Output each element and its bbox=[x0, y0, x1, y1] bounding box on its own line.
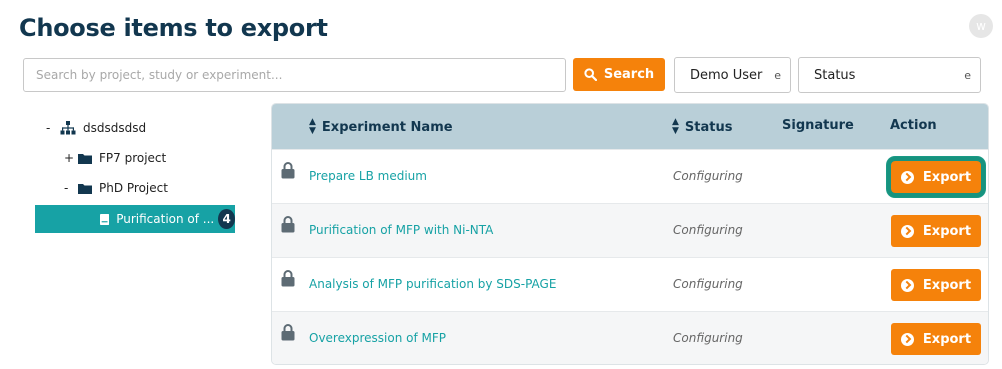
expand-toggle[interactable]: + bbox=[64, 151, 78, 165]
avatar[interactable]: w bbox=[969, 14, 993, 38]
experiment-status: Configuring bbox=[673, 331, 743, 345]
table-row: Prepare LB medium Configuring Export bbox=[272, 149, 988, 203]
user-filter-value: Demo User bbox=[690, 67, 763, 83]
column-header-action: Action bbox=[890, 118, 937, 133]
collapse-toggle[interactable]: - bbox=[64, 181, 78, 195]
hierarchy-icon bbox=[60, 121, 76, 135]
tree-item-phd-project[interactable]: - PhD Project bbox=[64, 175, 168, 201]
user-filter-select[interactable]: Demo User e bbox=[674, 57, 791, 93]
experiments-table: ▲ ▼ Experiment Name ▲ ▼ Status Signature A… bbox=[271, 103, 989, 365]
experiment-status: Configuring bbox=[673, 277, 743, 291]
search-icon bbox=[584, 68, 597, 81]
chevron-right-circle-icon bbox=[900, 332, 914, 346]
search-button[interactable]: Search bbox=[573, 58, 665, 91]
experiment-name-link[interactable]: Overexpression of MFP bbox=[309, 331, 446, 345]
column-header-label: Signature bbox=[782, 118, 854, 133]
experiment-name-link[interactable]: Analysis of MFP purification by SDS-PAGE bbox=[309, 277, 556, 291]
export-button[interactable]: Export bbox=[891, 323, 981, 355]
column-header-label: Action bbox=[890, 118, 937, 133]
lock-icon bbox=[281, 270, 295, 287]
export-button[interactable]: Export bbox=[887, 157, 985, 197]
table-row: Overexpression of MFP Configuring Export bbox=[272, 311, 988, 364]
export-button-label: Export bbox=[922, 223, 972, 239]
sort-icon[interactable]: ▲ ▼ bbox=[672, 118, 679, 136]
table-row: Purification of MFP with Ni-NTA Configur… bbox=[272, 203, 988, 257]
column-header-experiment-name[interactable]: ▲ ▼ Experiment Name bbox=[309, 118, 453, 136]
chevron-down-icon: e bbox=[774, 69, 781, 82]
experiment-name-link[interactable]: Prepare LB medium bbox=[309, 169, 427, 183]
experiment-name-link[interactable]: Purification of MFP with Ni-NTA bbox=[309, 223, 493, 237]
chevron-down-icon: e bbox=[964, 69, 971, 82]
folder-icon bbox=[78, 153, 92, 164]
tree-item-dsdsdsdsd[interactable]: - dsdsdsdsd bbox=[46, 115, 146, 141]
lock-icon bbox=[281, 216, 295, 233]
export-button-label: Export bbox=[922, 169, 972, 185]
tree-item-label: FP7 project bbox=[99, 151, 167, 165]
chevron-right-circle-icon bbox=[900, 224, 914, 238]
export-button[interactable]: Export bbox=[891, 269, 981, 301]
sort-icon[interactable]: ▲ ▼ bbox=[309, 118, 316, 136]
column-header-label: Status bbox=[684, 119, 733, 135]
table-row: Analysis of MFP purification by SDS-PAGE… bbox=[272, 257, 988, 311]
chevron-right-circle-icon bbox=[900, 170, 914, 184]
export-button-label: Export bbox=[922, 331, 972, 347]
status-filter-select[interactable]: Status e bbox=[798, 57, 981, 93]
tree-item-label: Purification of ... bbox=[116, 212, 215, 226]
tree-item-fp7-project[interactable]: + FP7 project bbox=[64, 145, 166, 171]
notebook-icon bbox=[100, 213, 110, 225]
tree-item-label: PhD Project bbox=[99, 181, 168, 195]
table-header: ▲ ▼ Experiment Name ▲ ▼ Status Signature A… bbox=[272, 104, 988, 149]
lock-icon bbox=[281, 324, 295, 341]
tree-item-purification[interactable]: Purification of ... 4 bbox=[35, 205, 235, 233]
collapse-toggle[interactable]: - bbox=[46, 121, 60, 135]
folder-icon bbox=[78, 183, 92, 194]
tree-item-label: dsdsdsdsd bbox=[83, 121, 147, 135]
column-header-signature: Signature bbox=[782, 118, 854, 133]
experiment-status: Configuring bbox=[673, 223, 743, 237]
chevron-right-circle-icon bbox=[900, 278, 914, 292]
search-input[interactable] bbox=[23, 58, 566, 92]
lock-icon bbox=[281, 162, 295, 179]
column-header-status[interactable]: ▲ ▼ Status bbox=[672, 118, 732, 136]
status-filter-value: Status bbox=[814, 67, 856, 83]
search-button-label: Search bbox=[603, 67, 655, 82]
export-button[interactable]: Export bbox=[891, 215, 981, 247]
count-badge: 4 bbox=[218, 209, 235, 229]
page-title: Choose items to export bbox=[19, 14, 328, 42]
export-button-label: Export bbox=[922, 277, 972, 293]
experiment-status: Configuring bbox=[673, 169, 743, 183]
column-header-label: Experiment Name bbox=[321, 119, 453, 135]
